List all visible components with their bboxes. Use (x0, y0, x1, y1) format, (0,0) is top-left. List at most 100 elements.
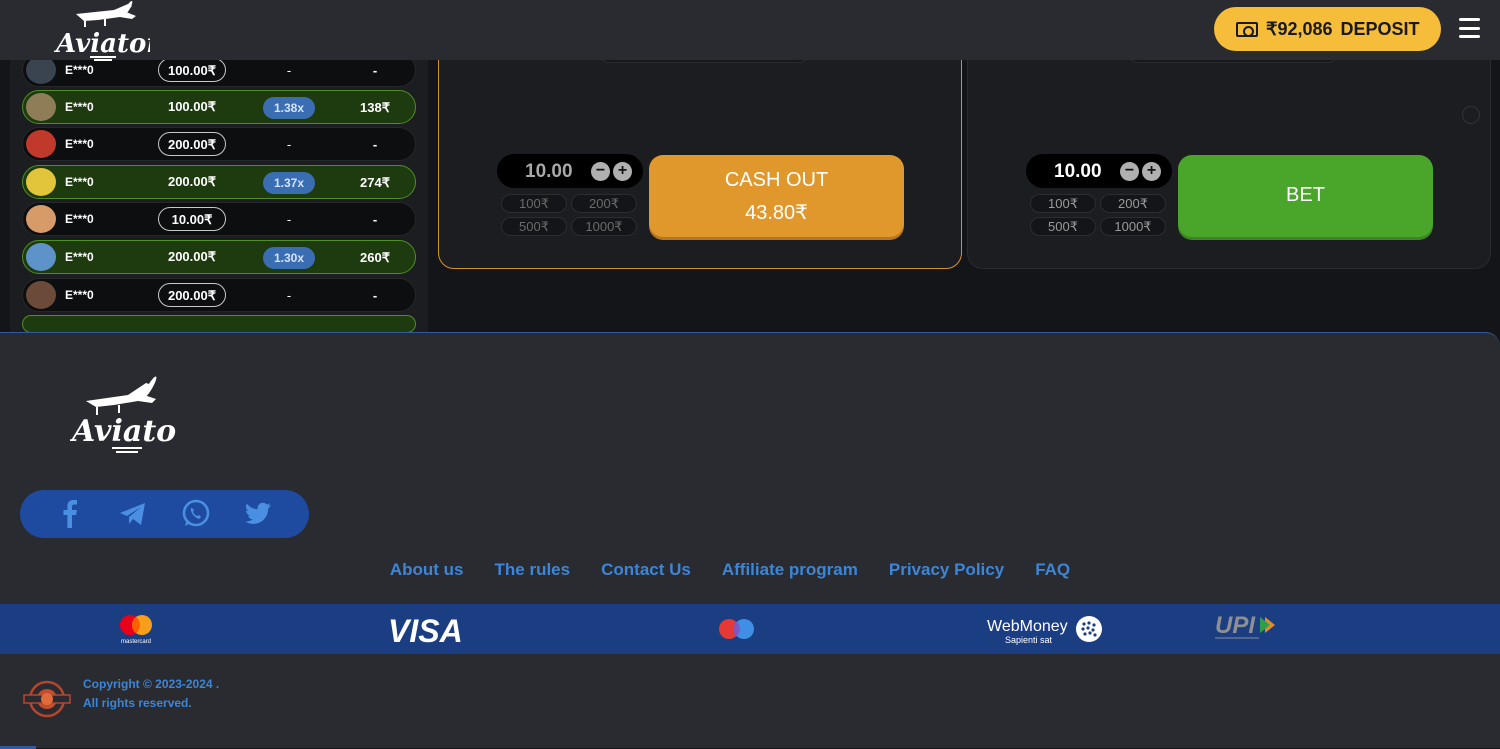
copyright-line-2: All rights reserved. (83, 696, 192, 710)
win-amount: - (372, 63, 378, 78)
deposit-button[interactable]: ₹92,086 DEPOSIT (1214, 7, 1441, 51)
game-area: E***0 100.00₹ - - E***0 100.00₹ 1.38x 138₹ E***0… (0, 60, 1500, 332)
link-about-us[interactable]: About us (390, 560, 464, 580)
link-the-rules[interactable]: The rules (495, 560, 571, 580)
avatar (26, 93, 56, 121)
quick-amount-500[interactable]: 500₹ (1030, 217, 1096, 236)
bet-amount: 200.00₹ (167, 249, 217, 264)
bet-amount: 200.00₹ (158, 132, 226, 156)
bet-panel-2: 10.00 − + 100₹ 200₹ 500₹ 1000₹ BET (967, 60, 1491, 269)
link-affiliate-program[interactable]: Affiliate program (722, 560, 858, 580)
stake-stepper[interactable]: 10.00 − + (1026, 154, 1172, 188)
balance-value: ₹92,086 (1266, 18, 1333, 39)
win-amount: 274₹ (360, 175, 390, 190)
bet-list-row: E***0 200.00₹ 1.37x 274₹ (22, 165, 416, 199)
hamburger-menu-icon[interactable] (1459, 18, 1480, 38)
bet-user-name: E***0 (65, 137, 94, 151)
bet-user-name: E***0 (65, 100, 94, 114)
bet-tab-strip (599, 60, 809, 63)
win-amount: - (372, 137, 378, 152)
win-amount: 260₹ (360, 250, 390, 265)
mastercard-logo: mastercard (120, 615, 152, 645)
upi-logo: UPI (1215, 612, 1275, 639)
bet-list-row: E***0 10.00₹ - - (22, 202, 416, 236)
stake-value: 10.00 (525, 161, 573, 182)
bet-amount: 100.00₹ (158, 60, 226, 82)
link-faq[interactable]: FAQ (1035, 560, 1070, 580)
cash-out-amount: 43.80₹ (745, 202, 808, 224)
cash-out-button[interactable]: CASH OUT 43.80₹ (649, 155, 904, 237)
bet-list-row: E***0 200.00₹ - - (22, 127, 416, 161)
footer: Aviator About us The rules Contact Us Af… (0, 332, 1500, 749)
bet-user-name: E***0 (65, 288, 94, 302)
bet-user-name: E***0 (65, 175, 94, 189)
bet-amount: 200.00₹ (158, 283, 226, 307)
multiplier-empty: - (286, 137, 292, 152)
facebook-icon[interactable] (54, 498, 86, 530)
certification-seal-icon (23, 680, 71, 718)
bet-panel-1: 10.00 − + 100₹ 200₹ 500₹ 1000₹ CASH OUT … (438, 60, 962, 269)
win-amount: - (372, 288, 378, 303)
whatsapp-icon[interactable] (180, 498, 212, 530)
stake-value: 10.00 (1054, 161, 1102, 182)
avatar (26, 205, 56, 233)
svg-text:Sapienti sat: Sapienti sat (1005, 635, 1053, 645)
deposit-label: DEPOSIT (1340, 18, 1420, 39)
telegram-icon[interactable] (117, 498, 149, 530)
link-contact-us[interactable]: Contact Us (601, 560, 691, 580)
svg-text:UPI: UPI (1215, 612, 1256, 639)
svg-text:mastercard: mastercard (121, 639, 151, 645)
plus-icon[interactable]: + (1142, 162, 1161, 181)
svg-text:WebMoney: WebMoney (987, 618, 1068, 635)
multiplier-badge: 1.30x (263, 247, 315, 269)
minus-icon[interactable]: − (591, 162, 610, 181)
quick-amount-1000[interactable]: 1000₹ (571, 217, 637, 236)
quick-amount-1000[interactable]: 1000₹ (1100, 217, 1166, 236)
all-bets-panel: E***0 100.00₹ - - E***0 100.00₹ 1.38x 138₹ E***0… (10, 60, 428, 332)
bet-list-row: E***0 100.00₹ - - (22, 60, 416, 87)
win-amount: 138₹ (360, 100, 390, 115)
remove-panel-icon[interactable] (1462, 106, 1480, 124)
bet-button[interactable]: BET (1178, 155, 1433, 237)
svg-text:VISA: VISA (388, 613, 463, 647)
avatar (26, 281, 56, 309)
multiplier-empty: - (286, 63, 292, 78)
copyright-text: Copyright © 2023-2024 . All rights reser… (83, 675, 219, 713)
plus-icon[interactable]: + (613, 162, 632, 181)
top-header: Aviator ₹92,086 DEPOSIT (0, 0, 1500, 62)
bet-list-row: E***0 200.00₹ 1.30x 260₹ (22, 240, 416, 274)
bet-user-name: E***0 (65, 250, 94, 264)
bet-user-name: E***0 (65, 63, 94, 77)
quick-amount-200[interactable]: 200₹ (1100, 194, 1166, 213)
svg-text:Aviator: Aviator (70, 414, 178, 449)
social-links (20, 490, 309, 538)
copyright-line-1: Copyright © 2023-2024 . (83, 677, 220, 691)
avatar (26, 60, 56, 84)
quick-amount-500[interactable]: 500₹ (501, 217, 567, 236)
link-privacy-policy[interactable]: Privacy Policy (889, 560, 1004, 580)
bet-user-name: E***0 (65, 212, 94, 226)
maestro-logo (719, 619, 754, 639)
quick-amount-100[interactable]: 100₹ (1030, 194, 1096, 213)
multiplier-empty: - (286, 288, 292, 303)
twitter-icon[interactable] (242, 498, 274, 530)
multiplier-badge: 1.38x (263, 97, 315, 119)
footer-links: About us The rules Contact Us Affiliate … (0, 560, 1460, 580)
bet-list-row: E***0 100.00₹ 1.38x 138₹ (22, 90, 416, 124)
quick-amount-100[interactable]: 100₹ (501, 194, 567, 213)
bet-list-row: E***0 200.00₹ - - (22, 278, 416, 312)
cash-out-label: CASH OUT (724, 169, 829, 191)
quick-amount-200[interactable]: 200₹ (571, 194, 637, 213)
avatar (26, 168, 56, 196)
bet-tab-strip (1128, 60, 1338, 63)
bet-amount: 10.00₹ (158, 207, 226, 231)
win-amount: - (372, 212, 378, 227)
aviator-logo[interactable]: Aviator (54, 0, 150, 62)
multiplier-empty: - (286, 212, 292, 227)
minus-icon[interactable]: − (1120, 162, 1139, 181)
stake-stepper[interactable]: 10.00 − + (497, 154, 643, 188)
cash-icon (1236, 21, 1258, 37)
bet-label: BET (1286, 184, 1325, 206)
aviator-footer-logo[interactable]: Aviator (70, 365, 178, 457)
visa-logo: VISA (388, 613, 463, 647)
